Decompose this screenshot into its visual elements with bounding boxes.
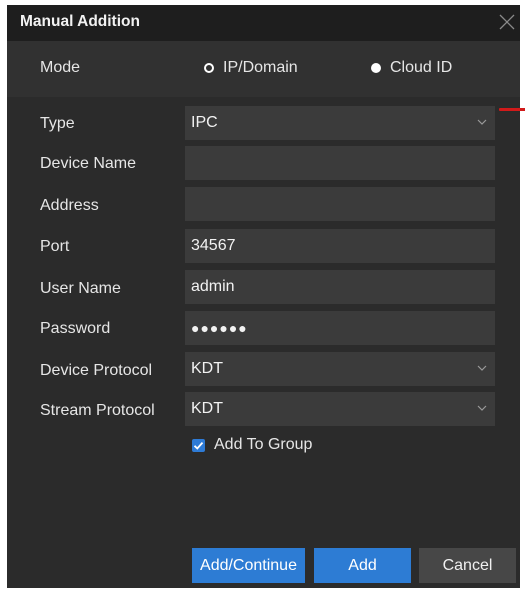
address-label: Address bbox=[40, 197, 99, 214]
dialog-titlebar: Manual Addition bbox=[7, 5, 520, 41]
stream-protocol-label: Stream Protocol bbox=[40, 402, 155, 419]
stream-protocol-select[interactable]: KDT bbox=[185, 392, 495, 426]
password-label: Password bbox=[40, 320, 111, 337]
manual-addition-dialog: Manual Addition Mode IP/Domain Cloud ID … bbox=[7, 5, 525, 588]
stream-protocol-value: KDT bbox=[191, 400, 223, 417]
user-name-value: admin bbox=[191, 278, 235, 295]
device-name-label: Device Name bbox=[40, 155, 137, 172]
mode-row: Mode IP/Domain Cloud ID bbox=[7, 41, 520, 97]
red-marker bbox=[499, 108, 525, 111]
add-to-group-label: Add To Group bbox=[214, 436, 313, 453]
user-name-label: User Name bbox=[40, 280, 121, 297]
radio-cloud-id-label: Cloud ID bbox=[390, 59, 453, 76]
chevron-down-icon bbox=[477, 119, 487, 125]
radio-cloud-id[interactable]: Cloud ID bbox=[371, 57, 452, 79]
checkbox-box bbox=[192, 438, 205, 452]
device-name-input[interactable] bbox=[185, 146, 495, 180]
address-input[interactable] bbox=[185, 187, 495, 221]
radio-ip-domain-indicator bbox=[204, 63, 214, 73]
type-select[interactable]: IPC bbox=[185, 106, 495, 140]
chevron-down-icon bbox=[477, 365, 487, 371]
password-input[interactable]: ●●●●●● bbox=[185, 311, 495, 345]
device-protocol-value: KDT bbox=[191, 360, 223, 377]
cancel-button[interactable]: Cancel bbox=[419, 548, 516, 583]
port-input[interactable]: 34567 bbox=[185, 229, 495, 263]
type-label: Type bbox=[40, 115, 75, 132]
add-to-group-checkbox[interactable]: Add To Group bbox=[192, 435, 312, 455]
chevron-down-icon bbox=[477, 405, 487, 411]
type-value: IPC bbox=[191, 114, 218, 131]
radio-ip-domain-label: IP/Domain bbox=[223, 59, 298, 76]
dialog-title: Manual Addition bbox=[20, 13, 140, 30]
close-icon[interactable] bbox=[498, 13, 516, 31]
port-value: 34567 bbox=[191, 237, 236, 254]
device-protocol-label: Device Protocol bbox=[40, 362, 153, 379]
password-value: ●●●●●● bbox=[191, 320, 248, 336]
user-name-input[interactable]: admin bbox=[185, 270, 495, 304]
port-label: Port bbox=[40, 238, 70, 255]
add-button[interactable]: Add bbox=[314, 548, 411, 583]
device-protocol-select[interactable]: KDT bbox=[185, 352, 495, 386]
add-continue-button[interactable]: Add/Continue bbox=[192, 548, 305, 583]
checkmark-icon bbox=[193, 441, 204, 450]
mode-label: Mode bbox=[40, 59, 81, 76]
radio-cloud-id-indicator bbox=[371, 63, 381, 73]
radio-ip-domain[interactable]: IP/Domain bbox=[204, 57, 298, 79]
